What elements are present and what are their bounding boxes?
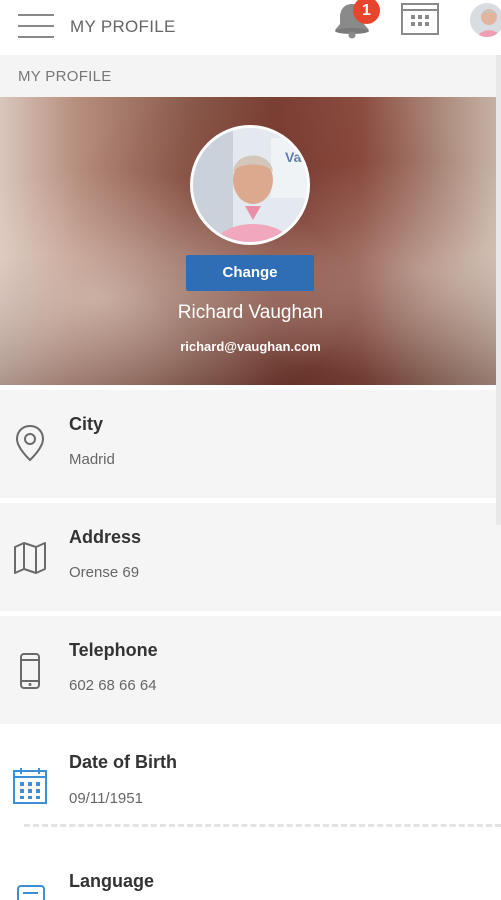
user-avatar[interactable] [470, 3, 501, 37]
field-label: City [69, 414, 104, 434]
app-bar-title: MY PROFILE [70, 17, 176, 36]
field-value: Madrid [69, 451, 115, 468]
date-of-birth-row[interactable]: Date of Birth 09/11/1951 [0, 728, 501, 824]
scrollbar[interactable] [496, 55, 501, 525]
language-icon [17, 885, 45, 900]
telephone-row[interactable]: Telephone 602 68 66 64 [0, 616, 501, 724]
field-label: Address [69, 527, 142, 547]
calendar-icon [13, 768, 47, 804]
phone-icon [20, 653, 40, 689]
address-row[interactable]: Address Orense 69 [0, 503, 501, 611]
map-icon [14, 542, 46, 574]
field-label: Language [69, 871, 155, 891]
field-label: Telephone [69, 640, 158, 660]
page-title: MY PROFILE [18, 68, 112, 85]
city-row[interactable]: City Madrid [0, 390, 501, 498]
hamburger-menu-icon[interactable] [18, 13, 54, 39]
field-value: Orense 69 [69, 564, 140, 581]
field-value: 09/11/1951 [69, 790, 143, 807]
profile-email: richard@vaughan.com [180, 339, 321, 354]
field-value: 602 68 66 64 [69, 677, 157, 694]
notification-badge: 1 [353, 0, 380, 24]
profile-name: Richard Vaughan [177, 302, 324, 323]
top-app-bar: MY PROFILE 1 [0, 0, 501, 55]
language-row[interactable]: Language [0, 828, 501, 900]
profile-hero: Vau Change Richard Vaughan richard@vaugh… [0, 97, 501, 385]
change-photo-button[interactable]: Change [186, 255, 314, 291]
dashed-divider [24, 824, 501, 827]
calendar-icon[interactable] [400, 0, 440, 36]
page-header: MY PROFILE [0, 55, 501, 97]
field-label: Date of Birth [69, 752, 177, 772]
location-pin-icon [15, 424, 45, 462]
profile-photo[interactable]: Vau [190, 125, 310, 245]
